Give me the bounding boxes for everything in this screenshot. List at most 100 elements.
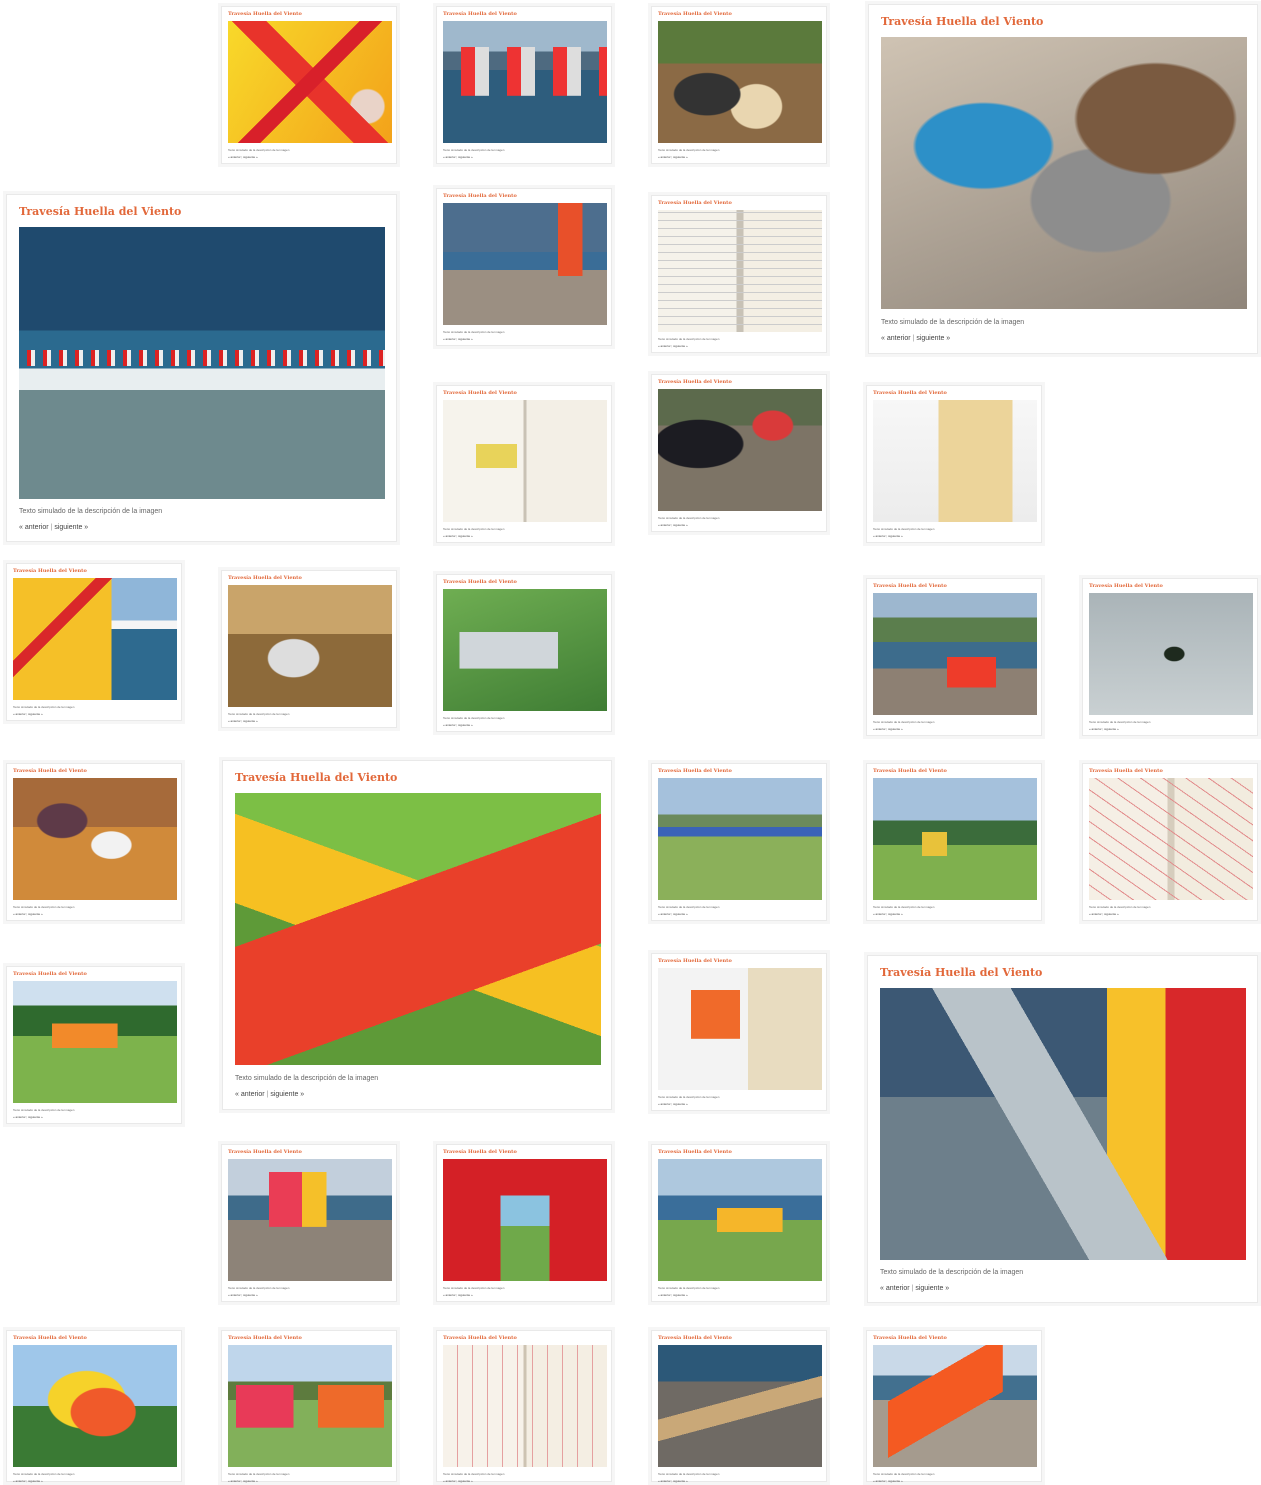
gallery-card[interactable]: Travesía Huella del Viento Texto simulad…	[6, 966, 182, 1124]
gallery-card-large[interactable]: Travesía Huella del Viento Texto simulad…	[868, 4, 1258, 354]
gallery-photo[interactable]	[873, 778, 1037, 900]
prev-link[interactable]: « anterior	[443, 723, 456, 727]
gallery-card[interactable]: Travesía Huella del Viento Texto simulad…	[436, 6, 612, 164]
prev-link[interactable]: « anterior	[658, 523, 671, 527]
next-link[interactable]: siguiente »	[243, 1293, 258, 1297]
gallery-photo[interactable]	[13, 981, 177, 1103]
gallery-photo[interactable]	[13, 778, 177, 900]
gallery-photo[interactable]	[873, 1345, 1037, 1467]
next-link[interactable]: siguiente »	[673, 1102, 688, 1106]
next-link[interactable]: siguiente »	[28, 1115, 43, 1119]
prev-link[interactable]: « anterior	[443, 337, 456, 341]
gallery-photo[interactable]	[1089, 593, 1253, 715]
gallery-photo[interactable]	[658, 21, 822, 143]
gallery-card[interactable]: Travesía Huella del Viento Texto simulad…	[651, 763, 827, 921]
gallery-photo[interactable]	[443, 589, 607, 711]
gallery-card[interactable]: Travesía Huella del Viento Texto simulad…	[651, 1330, 827, 1483]
gallery-photo[interactable]	[658, 389, 822, 511]
next-link[interactable]: siguiente »	[458, 1479, 473, 1483]
prev-link[interactable]: « anterior	[658, 1479, 671, 1483]
next-link[interactable]: siguiente »	[888, 534, 903, 538]
gallery-card-large[interactable]: Travesía Huella del Viento Texto simulad…	[867, 955, 1258, 1303]
gallery-card[interactable]: Travesía Huella del Viento Texto simulad…	[6, 563, 182, 721]
gallery-photo[interactable]	[443, 1159, 607, 1281]
prev-link[interactable]: « anterior	[443, 534, 456, 538]
gallery-card[interactable]: Travesía Huella del Viento Texto simulad…	[436, 1330, 612, 1483]
gallery-photo[interactable]	[873, 400, 1037, 522]
next-link[interactable]: siguiente »	[458, 1293, 473, 1297]
gallery-photo[interactable]	[880, 988, 1246, 1260]
gallery-card[interactable]: Travesía Huella del Viento Texto simulad…	[651, 195, 827, 353]
next-link[interactable]: siguiente »	[54, 524, 88, 531]
next-link[interactable]: siguiente »	[673, 1293, 688, 1297]
gallery-photo[interactable]	[13, 578, 177, 700]
prev-link[interactable]: « anterior	[658, 155, 671, 159]
next-link[interactable]: siguiente »	[28, 712, 43, 716]
gallery-card[interactable]: Travesía Huella del Viento Texto simulad…	[1082, 763, 1258, 921]
gallery-photo[interactable]	[658, 1159, 822, 1281]
gallery-photo[interactable]	[443, 1345, 607, 1467]
gallery-card[interactable]: Travesía Huella del Viento Texto simulad…	[436, 188, 612, 346]
gallery-photo[interactable]	[13, 1345, 177, 1467]
gallery-photo[interactable]	[1089, 778, 1253, 900]
next-link[interactable]: siguiente »	[458, 723, 473, 727]
prev-link[interactable]: « anterior	[228, 719, 241, 723]
prev-link[interactable]: « anterior	[873, 727, 886, 731]
prev-link[interactable]: « anterior	[13, 912, 26, 916]
gallery-photo[interactable]	[658, 210, 822, 332]
prev-link[interactable]: « anterior	[658, 1102, 671, 1106]
gallery-card[interactable]: Travesía Huella del Viento Texto simulad…	[6, 763, 182, 921]
gallery-card[interactable]: Travesía Huella del Viento Texto simulad…	[221, 1144, 397, 1302]
prev-link[interactable]: « anterior	[880, 1285, 910, 1292]
gallery-photo[interactable]	[873, 593, 1037, 715]
gallery-photo[interactable]	[228, 1159, 392, 1281]
next-link[interactable]: siguiente »	[673, 344, 688, 348]
next-link[interactable]: siguiente »	[888, 1479, 903, 1483]
next-link[interactable]: siguiente »	[243, 155, 258, 159]
prev-link[interactable]: « anterior	[443, 1479, 456, 1483]
next-link[interactable]: siguiente »	[916, 335, 950, 342]
gallery-card[interactable]: Travesía Huella del Viento Texto simulad…	[221, 6, 397, 164]
prev-link[interactable]: « anterior	[1089, 727, 1102, 731]
gallery-photo[interactable]	[658, 968, 822, 1090]
gallery-card[interactable]: Travesía Huella del Viento Texto simulad…	[1082, 578, 1258, 736]
gallery-card[interactable]: Travesía Huella del Viento Texto simulad…	[6, 1330, 182, 1483]
next-link[interactable]: siguiente »	[888, 912, 903, 916]
next-link[interactable]: siguiente »	[1104, 727, 1119, 731]
next-link[interactable]: siguiente »	[458, 534, 473, 538]
gallery-card[interactable]: Travesía Huella del Viento Texto simulad…	[436, 385, 612, 543]
gallery-photo[interactable]	[443, 203, 607, 325]
next-link[interactable]: siguiente »	[458, 337, 473, 341]
gallery-card[interactable]: Travesía Huella del Viento Texto simulad…	[866, 763, 1042, 921]
gallery-card-large[interactable]: Travesía Huella del Viento Texto simulad…	[222, 760, 612, 1110]
prev-link[interactable]: « anterior	[13, 1115, 26, 1119]
prev-link[interactable]: « anterior	[13, 712, 26, 716]
next-link[interactable]: siguiente »	[28, 912, 43, 916]
gallery-photo[interactable]	[658, 1345, 822, 1467]
prev-link[interactable]: « anterior	[13, 1479, 26, 1483]
prev-link[interactable]: « anterior	[1089, 912, 1102, 916]
next-link[interactable]: siguiente »	[673, 912, 688, 916]
prev-link[interactable]: « anterior	[19, 524, 49, 531]
prev-link[interactable]: « anterior	[873, 912, 886, 916]
gallery-photo[interactable]	[228, 585, 392, 707]
prev-link[interactable]: « anterior	[658, 344, 671, 348]
prev-link[interactable]: « anterior	[443, 1293, 456, 1297]
next-link[interactable]: siguiente »	[673, 1479, 688, 1483]
gallery-photo[interactable]	[443, 400, 607, 522]
gallery-photo[interactable]	[658, 778, 822, 900]
prev-link[interactable]: « anterior	[881, 335, 911, 342]
next-link[interactable]: siguiente »	[915, 1285, 949, 1292]
next-link[interactable]: siguiente »	[673, 523, 688, 527]
next-link[interactable]: siguiente »	[458, 155, 473, 159]
gallery-photo[interactable]	[228, 21, 392, 143]
gallery-photo[interactable]	[881, 37, 1247, 309]
gallery-card[interactable]: Travesía Huella del Viento Texto simulad…	[651, 1144, 827, 1302]
prev-link[interactable]: « anterior	[873, 534, 886, 538]
prev-link[interactable]: « anterior	[235, 1091, 265, 1098]
gallery-card[interactable]: Travesía Huella del Viento Texto simulad…	[221, 570, 397, 728]
gallery-card[interactable]: Travesía Huella del Viento Texto simulad…	[651, 374, 827, 532]
next-link[interactable]: siguiente »	[673, 155, 688, 159]
gallery-card[interactable]: Travesía Huella del Viento Texto simulad…	[651, 953, 827, 1111]
gallery-photo[interactable]	[443, 21, 607, 143]
